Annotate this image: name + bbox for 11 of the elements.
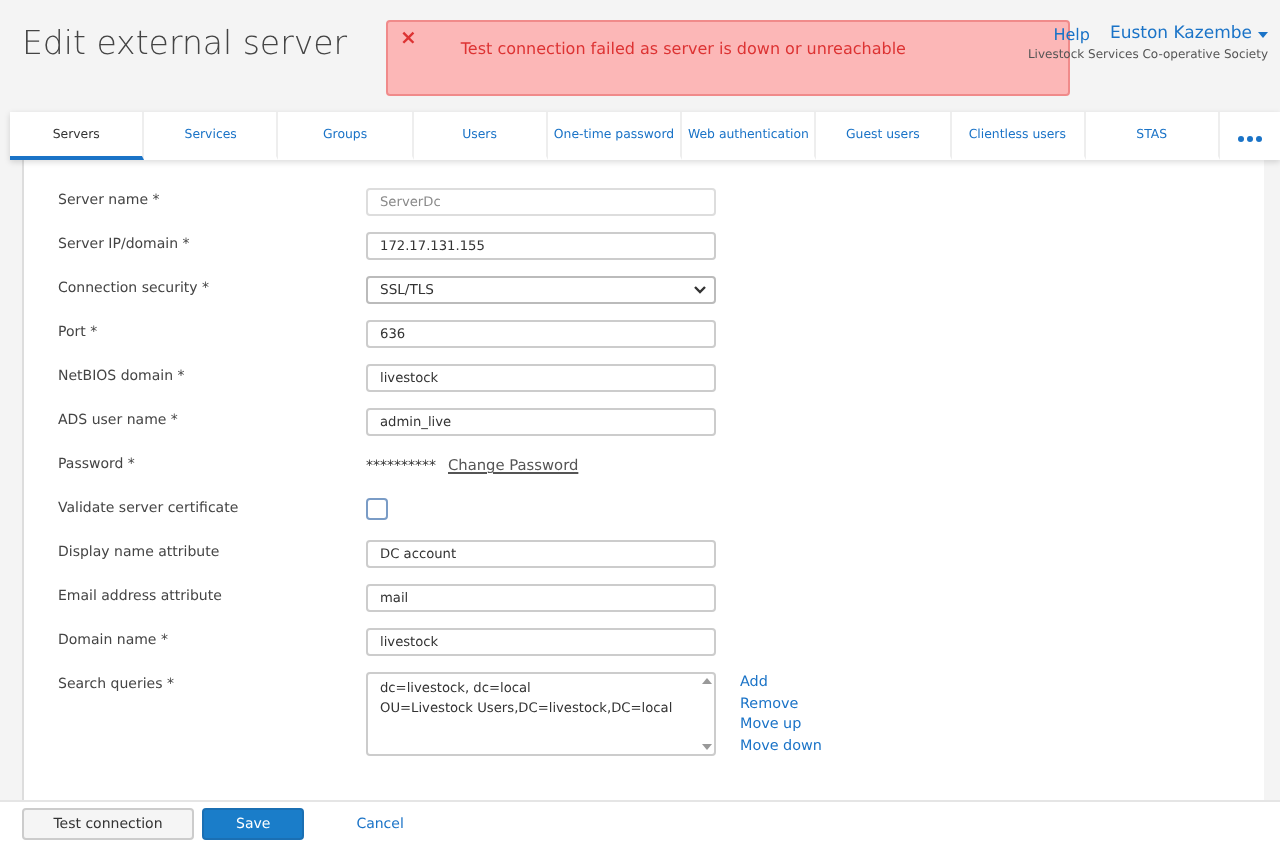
scroll-down-icon[interactable] [701, 744, 711, 750]
page-title: Edit external server [22, 22, 348, 66]
scroll-up-icon[interactable] [701, 678, 711, 684]
error-message: Test connection failed as server is down or unreachable [460, 40, 906, 58]
more-icon[interactable] [1219, 112, 1280, 160]
checkbox[interactable] [366, 498, 388, 520]
caret-icon [1258, 31, 1268, 37]
user-menu[interactable]: Euston Kazembe [1109, 24, 1268, 44]
close-icon[interactable]: × [400, 32, 417, 48]
header-link[interactable]: Help [1053, 25, 1090, 43]
chevron-icon [694, 286, 706, 294]
